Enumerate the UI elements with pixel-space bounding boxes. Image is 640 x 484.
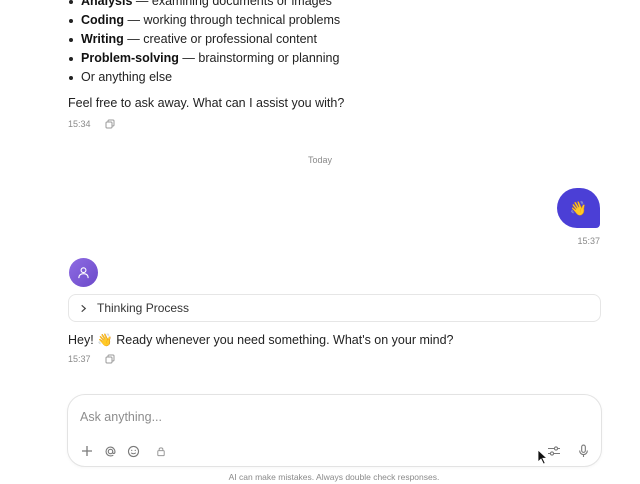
assistant-avatar [69, 258, 98, 287]
message-input[interactable] [80, 407, 580, 427]
list-item: Coding — working through technical probl… [68, 11, 588, 30]
assistant-reply-text: Hey! 👋 Ready whenever you need something… [68, 333, 454, 347]
assistant-reply-meta: 15:37 [68, 354, 115, 364]
copy-icon[interactable] [105, 354, 115, 364]
assistant-intro-meta: 15:34 [68, 119, 115, 129]
chat-area: Analysis — examining documents or images… [0, 0, 640, 390]
message-composer [67, 394, 602, 467]
message-time: 15:37 [68, 354, 91, 364]
lock-icon[interactable] [154, 444, 168, 458]
plus-icon[interactable] [80, 444, 94, 458]
user-message-bubble: 👋 [557, 188, 600, 228]
assistant-intro-closing: Feel free to ask away. What can I assist… [68, 96, 345, 110]
user-message-time: 15:37 [577, 236, 600, 246]
message-time: 15:34 [68, 119, 91, 129]
user-icon [78, 267, 89, 279]
thinking-process-toggle[interactable]: Thinking Process [68, 294, 601, 322]
microphone-icon[interactable] [576, 444, 590, 458]
copy-icon[interactable] [105, 119, 115, 129]
footer-disclaimer: AI can make mistakes. Always double chec… [228, 472, 440, 482]
settings-sliders-icon[interactable] [547, 444, 561, 458]
user-message-text: 👋 [569, 199, 588, 216]
mouse-cursor-icon [537, 449, 549, 465]
thinking-process-label: Thinking Process [97, 301, 190, 315]
capabilities-list: Analysis — examining documents or images… [68, 0, 588, 87]
date-divider: Today [307, 155, 333, 165]
emoji-icon[interactable] [126, 444, 140, 458]
chevron-right-icon [81, 304, 87, 312]
list-item: Analysis — examining documents or images [68, 0, 588, 11]
list-item: Writing — creative or professional conte… [68, 30, 588, 49]
list-item: Problem-solving — brainstorming or plann… [68, 49, 588, 68]
list-item: Or anything else [68, 68, 588, 87]
at-icon[interactable] [103, 444, 117, 458]
